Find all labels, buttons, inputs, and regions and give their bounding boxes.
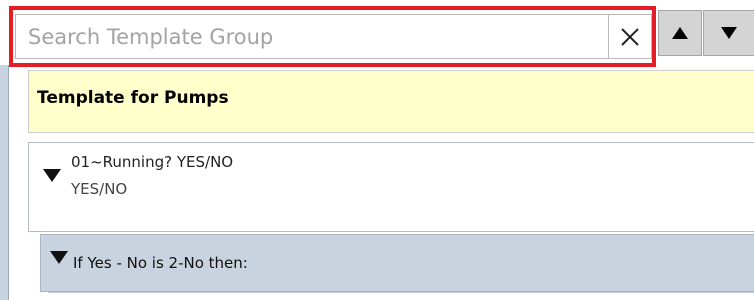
condition-label: If Yes - No is 2-No then: bbox=[73, 254, 248, 272]
triangle-up-icon bbox=[672, 27, 688, 39]
search-input[interactable] bbox=[15, 14, 608, 59]
question-row[interactable]: 01~Running? YES/NO YES/NO bbox=[28, 142, 754, 232]
question-title: 01~Running? YES/NO bbox=[71, 153, 234, 171]
left-panel-edge bbox=[0, 65, 9, 300]
question-answer-type: YES/NO bbox=[71, 180, 128, 198]
next-button[interactable] bbox=[703, 10, 754, 56]
triangle-down-icon bbox=[721, 27, 737, 39]
next-row-edge bbox=[48, 292, 754, 300]
collapse-arrow-icon[interactable] bbox=[43, 169, 61, 182]
close-icon bbox=[621, 27, 639, 46]
template-title: Template for Pumps bbox=[37, 88, 229, 108]
collapse-arrow-icon[interactable] bbox=[50, 251, 68, 264]
template-group-header: Template for Pumps bbox=[28, 70, 754, 133]
condition-row[interactable]: If Yes - No is 2-No then: bbox=[40, 234, 754, 292]
search-highlight-box bbox=[9, 6, 656, 67]
clear-search-button[interactable] bbox=[608, 14, 652, 59]
previous-button[interactable] bbox=[658, 10, 702, 56]
